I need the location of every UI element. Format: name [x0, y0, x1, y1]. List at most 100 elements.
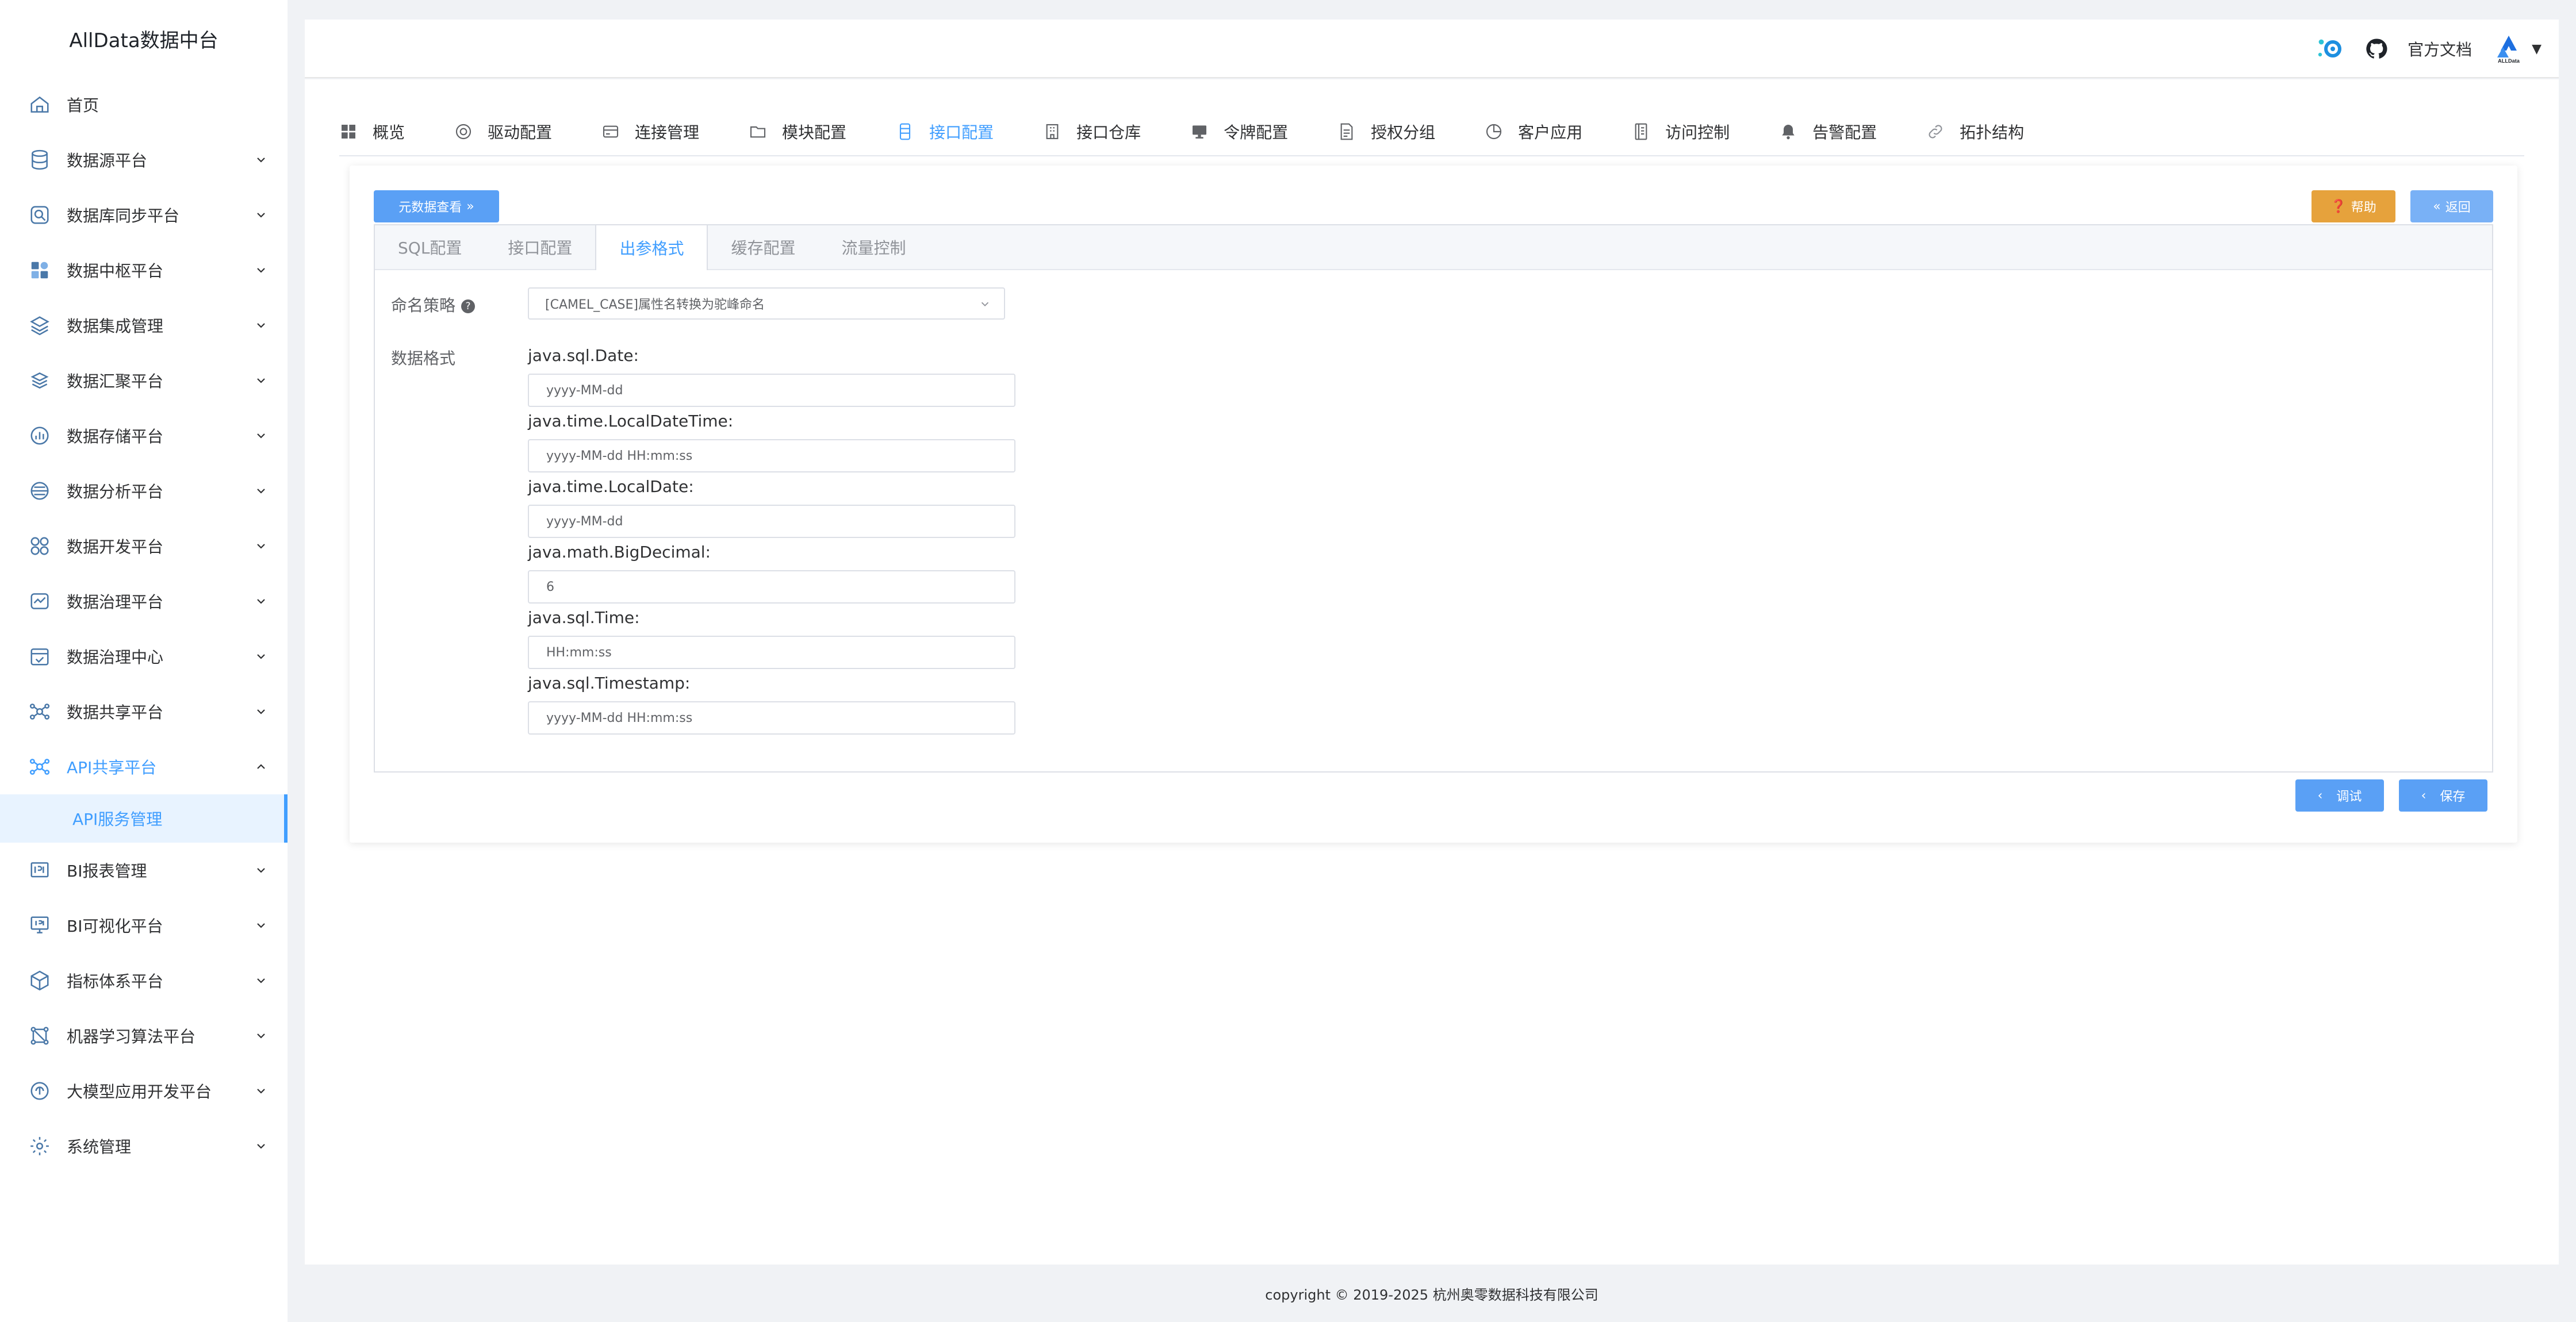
chevron-down-icon	[257, 213, 265, 218]
chevron-down-icon	[257, 157, 265, 163]
sidebar-item-data-hub[interactable]: 数据中枢平台	[0, 243, 288, 298]
tab-label: 接口配置	[929, 123, 994, 142]
tab-token-config[interactable]: 令牌配置	[1190, 107, 1288, 156]
sidebar-item-ml[interactable]: 机器学习算法平台	[0, 1008, 288, 1063]
grid-icon	[342, 125, 355, 139]
chevron-down-icon	[257, 1033, 265, 1039]
tab-connection[interactable]: 连接管理	[601, 107, 699, 156]
input-sql-timestamp[interactable]: yyyy-MM-dd HH:mm:ss	[528, 701, 1015, 735]
input-sql-time[interactable]: HH:mm:ss	[528, 636, 1015, 669]
chevron-down-icon	[981, 302, 989, 307]
field-label-sql-timestamp: java.sql.Timestamp:	[528, 674, 691, 693]
link-icon	[1929, 125, 1942, 139]
tab-label: 接口仓库	[1076, 123, 1141, 142]
data-format-label: 数据格式	[391, 349, 456, 368]
api-network-icon	[29, 756, 51, 778]
caret-down-icon: ▼	[2532, 41, 2542, 56]
dev-icon	[29, 535, 51, 557]
stack-icon	[29, 370, 51, 391]
button-label: 帮助	[2351, 201, 2376, 215]
back-button[interactable]: « 返回	[2410, 190, 2493, 222]
tab-alert-config[interactable]: 告警配置	[1779, 107, 1877, 156]
sidebar-item-label: 指标体系平台	[67, 972, 164, 991]
save-button[interactable]: ‹ 保存	[2399, 779, 2487, 812]
chevron-down-icon	[257, 378, 265, 383]
chevron-down-icon	[257, 654, 265, 659]
metadata-view-button[interactable]: 元数据查看 »	[374, 190, 499, 222]
input-value: yyyy-MM-dd HH:mm:ss	[546, 448, 693, 463]
cube-icon	[29, 970, 51, 991]
sidebar-item-label: 数据共享平台	[67, 703, 164, 722]
list-icon	[1635, 123, 1647, 140]
input-value: HH:mm:ss	[546, 645, 612, 660]
sidebar-subitem-api-service[interactable]: API服务管理	[0, 794, 288, 843]
sidebar-item-storage[interactable]: 数据存储平台	[0, 408, 288, 463]
select-value: [CAMEL_CASE]属性名转换为驼峰命名	[545, 298, 765, 312]
sidebar-item-datasource[interactable]: 数据源平台	[0, 132, 288, 187]
chevron-down-icon	[257, 923, 265, 928]
github-icon[interactable]	[2365, 37, 2388, 60]
field-label-sql-time: java.sql.Time:	[528, 608, 640, 627]
sidebar-item-governance-center[interactable]: 数据治理中心	[0, 629, 288, 684]
sidebar-item-bi-report[interactable]: BI报表管理	[0, 843, 288, 898]
sidebar-item-db-sync[interactable]: 数据库同步平台	[0, 187, 288, 243]
ai-assistant-icon[interactable]	[2316, 36, 2345, 62]
sidebar-item-integration[interactable]: 数据集成管理	[0, 298, 288, 353]
input-localdatetime[interactable]: yyyy-MM-dd HH:mm:ss	[528, 439, 1015, 472]
building-icon	[1046, 124, 1059, 140]
naming-strategy-label: 命名策略?	[391, 293, 476, 316]
sidebar-item-data-share[interactable]: 数据共享平台	[0, 684, 288, 739]
tab-api-config[interactable]: 接口配置	[896, 107, 994, 156]
tab-topology[interactable]: 拓扑结构	[1926, 107, 2024, 156]
chevron-down-icon	[257, 433, 265, 439]
inner-tabs: SQL配置 接口配置 出参格式 缓存配置 流量控制	[375, 225, 2492, 270]
tab-overview[interactable]: 概览	[339, 107, 405, 156]
input-localdate[interactable]: yyyy-MM-dd	[528, 505, 1015, 538]
sidebar-item-label: 首页	[67, 96, 99, 115]
sidebar-item-label: 数据分析平台	[67, 482, 164, 501]
official-docs-link[interactable]: 官方文档	[2408, 37, 2472, 60]
tab-auth-group[interactable]: 授权分组	[1337, 107, 1435, 156]
layers-icon	[29, 314, 51, 336]
debug-button[interactable]: ‹ 调试	[2295, 779, 2384, 812]
question-icon[interactable]: ?	[461, 299, 476, 313]
tab-label: 模块配置	[782, 123, 847, 142]
tab-client-app[interactable]: 客户应用	[1485, 107, 1582, 156]
input-bigdecimal[interactable]: 6	[528, 570, 1015, 604]
sync-search-icon	[29, 204, 51, 226]
alldata-logo-icon: ALLData	[2497, 36, 2520, 64]
sidebar-item-api-share[interactable]: API共享平台	[0, 739, 288, 794]
input-sql-date[interactable]: yyyy-MM-dd	[528, 374, 1015, 407]
sidebar-item-home[interactable]: 首页	[0, 77, 288, 132]
folder-icon	[750, 126, 766, 138]
tab-module-config[interactable]: 模块配置	[749, 107, 846, 156]
tab-access-control[interactable]: 访问控制	[1632, 107, 1730, 156]
sidebar-item-dev[interactable]: 数据开发平台	[0, 518, 288, 574]
sidebar-item-label: 数据存储平台	[67, 427, 164, 446]
tab-cache-config[interactable]: 缓存配置	[708, 225, 818, 269]
sidebar-item-analysis[interactable]: 数据分析平台	[0, 463, 288, 518]
tab-driver-config[interactable]: 驱动配置	[454, 107, 552, 156]
user-menu[interactable]: ALLData ▼	[2491, 33, 2542, 64]
sidebar-item-llm[interactable]: 大模型应用开发平台	[0, 1063, 288, 1119]
input-value: 6	[546, 579, 554, 594]
chevron-down-icon	[257, 1144, 265, 1149]
sidebar-item-system[interactable]: 系统管理	[0, 1119, 288, 1174]
tab-rate-limit[interactable]: 流量控制	[818, 225, 929, 269]
naming-strategy-select[interactable]: [CAMEL_CASE]属性名转换为驼峰命名	[528, 287, 1005, 320]
footer-copyright: copyright © 2019-2025 杭州奥零数据科技有限公司	[1265, 1286, 1598, 1303]
help-button[interactable]: ❓ 帮助	[2312, 190, 2395, 222]
sidebar-item-metrics[interactable]: 指标体系平台	[0, 953, 288, 1008]
share-network-icon	[29, 701, 51, 723]
analysis-icon	[29, 480, 51, 502]
sidebar-item-label: 系统管理	[67, 1137, 132, 1156]
field-label-sql-date: java.sql.Date:	[528, 346, 639, 365]
sidebar-item-aggregation[interactable]: 数据汇聚平台	[0, 353, 288, 408]
sidebar-item-governance[interactable]: 数据治理平台	[0, 574, 288, 629]
tab-interface-config[interactable]: 接口配置	[485, 225, 595, 269]
tab-api-repo[interactable]: 接口仓库	[1043, 107, 1141, 156]
document-icon	[1340, 123, 1353, 140]
tab-sql-config[interactable]: SQL配置	[375, 225, 485, 269]
tab-output-format[interactable]: 出参格式	[595, 225, 708, 270]
sidebar-item-bi-visual[interactable]: BI可视化平台	[0, 898, 288, 953]
